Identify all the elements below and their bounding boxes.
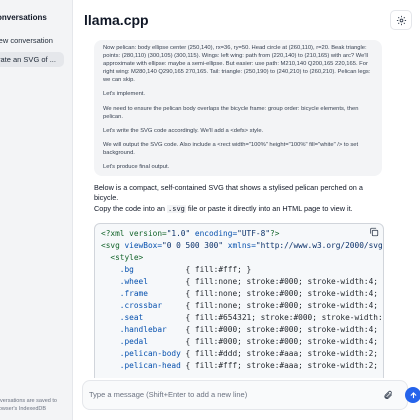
code-line: .bg { fill:#fff; } bbox=[120, 265, 251, 274]
answer-text-part: Copy the code into an bbox=[94, 204, 168, 213]
answer-text: Copy the code into an .svg file or paste… bbox=[94, 204, 386, 215]
css-selector: .bg bbox=[119, 265, 186, 274]
reasoning-paragraph: We will output the SVG code. Also includ… bbox=[103, 141, 359, 156]
css-rule-body: { fill:#ddd; stroke:#aaa; stroke-width:2… bbox=[185, 349, 384, 358]
send-button[interactable] bbox=[405, 387, 420, 403]
new-conversation-button[interactable]: iew conversation bbox=[0, 36, 53, 45]
css-selector: .seat bbox=[119, 313, 186, 322]
css-selector: .pelican-body bbox=[119, 349, 186, 358]
code-block: <?xml version="1.0" encoding="UTF-8"?> <… bbox=[94, 223, 384, 378]
css-selector: .pedal bbox=[119, 337, 186, 346]
sidebar: onversations iew conversation rate an SV… bbox=[0, 0, 73, 420]
code-token: "UTF-8" bbox=[237, 229, 271, 238]
answer-text: Below is a compact, self-contained SVG t… bbox=[94, 183, 363, 202]
code-token: <?xml version= bbox=[101, 229, 167, 238]
code-line: .handlebar { fill:#000; stroke:#000; str… bbox=[119, 325, 384, 334]
css-rule-body: { fill:none; stroke:#000; stroke-width:4… bbox=[185, 301, 384, 310]
code-token: encoding= bbox=[190, 229, 238, 238]
chat-area: Now pelican: body ellipse center (250,14… bbox=[72, 40, 420, 378]
css-rule-body: { fill:#fff; } bbox=[185, 265, 252, 274]
css-rule-body: { fill:none; stroke:#000; stroke-width:4… bbox=[185, 289, 384, 298]
reasoning-paragraph: Let's produce final output. bbox=[103, 164, 170, 171]
code-token: ?> bbox=[270, 229, 280, 238]
reasoning-paragraph: Let's write the SVG code accordingly. We… bbox=[103, 127, 264, 134]
code-content: <?xml version="1.0" encoding="UTF-8"?> <… bbox=[101, 228, 384, 372]
reasoning-paragraph: Let's implement. bbox=[103, 91, 146, 98]
code-token: <svg bbox=[101, 241, 120, 250]
message-composer[interactable]: Type a message (Shift+Enter to add a new… bbox=[82, 380, 420, 410]
reasoning-paragraph: We need to ensure the pelican body overl… bbox=[103, 105, 359, 120]
code-line: <style> bbox=[110, 253, 144, 262]
settings-button[interactable] bbox=[390, 10, 412, 30]
message-input[interactable]: Type a message (Shift+Enter to add a new… bbox=[89, 390, 247, 399]
sidebar-footer-note: nversations are saved to rowser's Indexe… bbox=[0, 397, 57, 413]
footer-line: nversations are saved to bbox=[0, 398, 57, 404]
code-token: xmlns= bbox=[223, 241, 256, 250]
code-line: .pedal { fill:#000; stroke:#000; stroke-… bbox=[119, 337, 384, 346]
css-selector: .wheel bbox=[119, 277, 186, 286]
code-token: "http://www.w3.org/2000/svg" bbox=[255, 241, 384, 250]
app-title: llama.cpp bbox=[84, 12, 149, 28]
header: llama.cpp bbox=[72, 0, 420, 40]
code-line: .crossbar { fill:none; stroke:#000; stro… bbox=[119, 301, 384, 310]
footer-line: rowser's IndexedDB bbox=[0, 406, 47, 412]
reasoning-paragraph: Now pelican: body ellipse center (250,14… bbox=[103, 45, 371, 84]
css-rule-body: { fill:#000; stroke:#000; stroke-width:4… bbox=[185, 325, 384, 334]
code-line: <?xml version="1.0" encoding="UTF-8"?> bbox=[101, 229, 279, 238]
reasoning-block: Now pelican: body ellipse center (250,14… bbox=[94, 40, 382, 176]
answer-text-part: file or paste it directly into an HTML p… bbox=[185, 204, 353, 213]
arrow-up-icon bbox=[409, 391, 417, 398]
css-rule-body: { fill:#654321; stroke:#000; stroke-widt… bbox=[185, 313, 384, 322]
conversation-item-active[interactable]: rate an SVG of ... bbox=[0, 52, 64, 67]
code-line: .wheel { fill:none; stroke:#000; stroke-… bbox=[119, 277, 384, 286]
gear-icon bbox=[396, 15, 406, 25]
inline-code: .svg bbox=[167, 205, 186, 213]
css-rule-body: { fill:#fff; stroke:#aaa; stroke-width:2… bbox=[185, 361, 384, 370]
code-line: .seat { fill:#654321; stroke:#000; strok… bbox=[119, 313, 384, 322]
code-line: .pelican-head { fill:#fff; stroke:#aaa; … bbox=[119, 361, 384, 370]
paperclip-icon[interactable] bbox=[383, 389, 393, 401]
css-selector: .frame bbox=[119, 289, 186, 298]
css-rule-body: { fill:#000; stroke:#000; stroke-width:4… bbox=[185, 337, 384, 346]
css-selector: .pelican-head bbox=[119, 361, 186, 370]
assistant-answer: Below is a compact, self-contained SVG t… bbox=[94, 183, 386, 217]
sidebar-title: onversations bbox=[0, 13, 47, 22]
code-token: viewBox= bbox=[119, 241, 163, 250]
css-rule-body: { fill:none; stroke:#000; stroke-width:4… bbox=[185, 277, 384, 286]
code-line: <svg viewBox="0 0 500 300" xmlns="http:/… bbox=[101, 241, 384, 250]
code-token: "0 0 500 300" bbox=[162, 241, 224, 250]
code-token: "1.0" bbox=[166, 229, 191, 238]
css-selector: .handlebar bbox=[119, 325, 186, 334]
css-selector: .crossbar bbox=[119, 301, 186, 310]
code-line: .pelican-body { fill:#ddd; stroke:#aaa; … bbox=[119, 349, 384, 358]
code-line: .frame { fill:none; stroke:#000; stroke-… bbox=[119, 289, 384, 298]
